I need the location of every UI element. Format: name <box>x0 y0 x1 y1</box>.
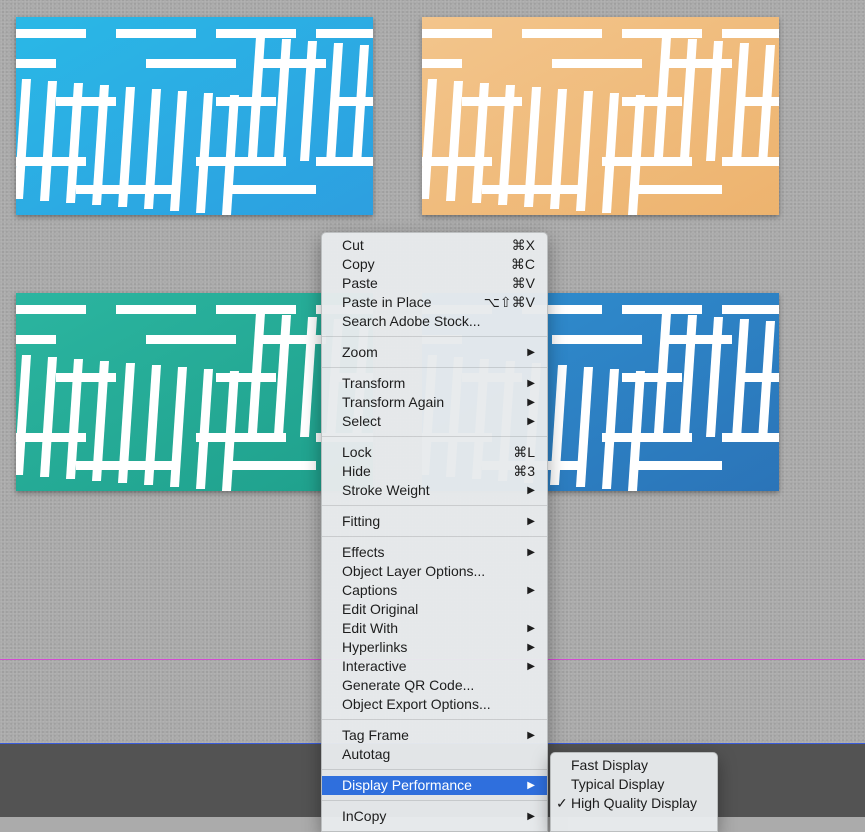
menu-item-label: Copy <box>342 256 375 272</box>
menu-item-label: Effects <box>342 544 385 560</box>
menu-item-paste[interactable]: Paste ⌘V <box>322 274 547 293</box>
menu-item-hide[interactable]: Hide ⌘3 <box>322 462 547 481</box>
menu-item-shortcut: ⌘3 <box>513 463 535 479</box>
menu-item-shortcut: ⌘C <box>510 256 535 272</box>
menu-item-effects[interactable]: Effects ▶ <box>322 543 547 562</box>
menu-item-label: Captions <box>342 582 398 598</box>
menu-item-label: Cut <box>342 237 364 253</box>
menu-item-captions[interactable]: Captions ▶ <box>322 581 547 600</box>
menu-item-autotag[interactable]: Autotag <box>322 745 547 764</box>
weave-pattern <box>422 17 779 215</box>
menu-item-shortcut: ⌘L <box>513 444 535 460</box>
submenu-item-label: High Quality Display <box>571 795 698 811</box>
menu-item-edit-original[interactable]: Edit Original <box>322 600 547 619</box>
submenu-item-label: Typical Display <box>571 776 665 792</box>
submenu-arrow-icon: ▶ <box>527 585 535 596</box>
submenu-arrow-icon: ▶ <box>527 661 535 672</box>
menu-item-label: Hyperlinks <box>342 639 408 655</box>
submenu-arrow-icon: ▶ <box>527 516 535 527</box>
menu-item-label: Paste in Place <box>342 294 432 310</box>
submenu-arrow-icon: ▶ <box>527 730 535 741</box>
menu-item-label: InCopy <box>342 808 387 824</box>
submenu-item-label: Fast Display <box>571 757 649 773</box>
tile-teal[interactable] <box>16 293 373 491</box>
menu-separator <box>322 536 547 537</box>
menu-item-transform-again[interactable]: Transform Again ▶ <box>322 393 547 412</box>
display-performance-submenu: Fast Display Typical Display ✓ High Quality… <box>550 752 718 832</box>
menu-item-label: Autotag <box>342 746 391 762</box>
menu-item-label: Fitting <box>342 513 381 529</box>
menu-item-stroke-weight[interactable]: Stroke Weight ▶ <box>322 481 547 500</box>
submenu-arrow-icon: ▶ <box>527 397 535 408</box>
menu-separator <box>322 367 547 368</box>
menu-item-edit-with[interactable]: Edit With ▶ <box>322 619 547 638</box>
menu-item-tag-frame[interactable]: Tag Frame ▶ <box>322 726 547 745</box>
menu-item-generate-qr-code[interactable]: Generate QR Code... <box>322 676 547 695</box>
menu-item-zoom[interactable]: Zoom ▶ <box>322 343 547 362</box>
menu-item-paste-in-place[interactable]: Paste in Place ⌥⇧⌘V <box>322 293 547 312</box>
menu-item-search-adobe-stock[interactable]: Search Adobe Stock... <box>322 312 547 331</box>
menu-item-label: Transform <box>342 375 406 391</box>
menu-item-label: Transform Again <box>342 394 445 410</box>
menu-item-label: Paste <box>342 275 378 291</box>
menu-item-label: Object Layer Options... <box>342 563 486 579</box>
tile-light-blue[interactable] <box>16 17 373 215</box>
menu-item-shortcut: ⌘V <box>511 275 535 291</box>
context-menu: Cut ⌘X Copy ⌘C Paste ⌘V Paste in Place ⌥⇧⌘V Sear… <box>321 232 548 832</box>
menu-item-label: Generate QR Code... <box>342 677 475 693</box>
weave-pattern <box>16 293 373 491</box>
menu-item-label: Display Performance <box>342 777 472 793</box>
submenu-arrow-icon: ▶ <box>527 780 535 791</box>
menu-item-label: Zoom <box>342 344 378 360</box>
menu-item-shortcut: ⌘X <box>511 237 535 253</box>
menu-item-label: Hide <box>342 463 371 479</box>
menu-item-object-layer-options[interactable]: Object Layer Options... <box>322 562 547 581</box>
submenu-arrow-icon: ▶ <box>527 547 535 558</box>
menu-item-label: Lock <box>342 444 372 460</box>
submenu-item-typical-display[interactable]: Typical Display <box>551 775 717 794</box>
menu-item-lock[interactable]: Lock ⌘L <box>322 443 547 462</box>
submenu-arrow-icon: ▶ <box>527 347 535 358</box>
submenu-item-fast-display[interactable]: Fast Display <box>551 756 717 775</box>
submenu-arrow-icon: ▶ <box>527 642 535 653</box>
menu-item-interactive[interactable]: Interactive ▶ <box>322 657 547 676</box>
menu-item-label: Edit Original <box>342 601 419 617</box>
menu-item-label: Object Export Options... <box>342 696 491 712</box>
menu-separator <box>322 505 547 506</box>
menu-item-select[interactable]: Select ▶ <box>322 412 547 431</box>
menu-separator <box>322 769 547 770</box>
submenu-arrow-icon: ▶ <box>527 378 535 389</box>
menu-item-label: Select <box>342 413 381 429</box>
menu-item-shortcut: ⌥⇧⌘V <box>483 294 535 310</box>
checkmark-icon: ✓ <box>556 795 568 811</box>
menu-item-copy[interactable]: Copy ⌘C <box>322 255 547 274</box>
submenu-arrow-icon: ▶ <box>527 485 535 496</box>
submenu-arrow-icon: ▶ <box>527 416 535 427</box>
weave-pattern <box>16 17 373 215</box>
menu-separator <box>322 436 547 437</box>
menu-item-hyperlinks[interactable]: Hyperlinks ▶ <box>322 638 547 657</box>
menu-separator <box>322 800 547 801</box>
menu-item-label: Search Adobe Stock... <box>342 313 481 329</box>
menu-item-fitting[interactable]: Fitting ▶ <box>322 512 547 531</box>
menu-item-label: Stroke Weight <box>342 482 430 498</box>
menu-item-object-export-options[interactable]: Object Export Options... <box>322 695 547 714</box>
menu-item-label: Edit With <box>342 620 399 636</box>
menu-item-label: Tag Frame <box>342 727 409 743</box>
menu-item-cut[interactable]: Cut ⌘X <box>322 236 547 255</box>
submenu-item-high-quality-display[interactable]: ✓ High Quality Display <box>551 794 717 813</box>
menu-separator <box>322 336 547 337</box>
menu-item-label: Interactive <box>342 658 407 674</box>
submenu-arrow-icon: ▶ <box>527 623 535 634</box>
tile-orange[interactable] <box>422 17 779 215</box>
menu-separator <box>322 719 547 720</box>
menu-item-display-performance[interactable]: Display Performance ▶ <box>322 776 547 795</box>
menu-item-transform[interactable]: Transform ▶ <box>322 374 547 393</box>
